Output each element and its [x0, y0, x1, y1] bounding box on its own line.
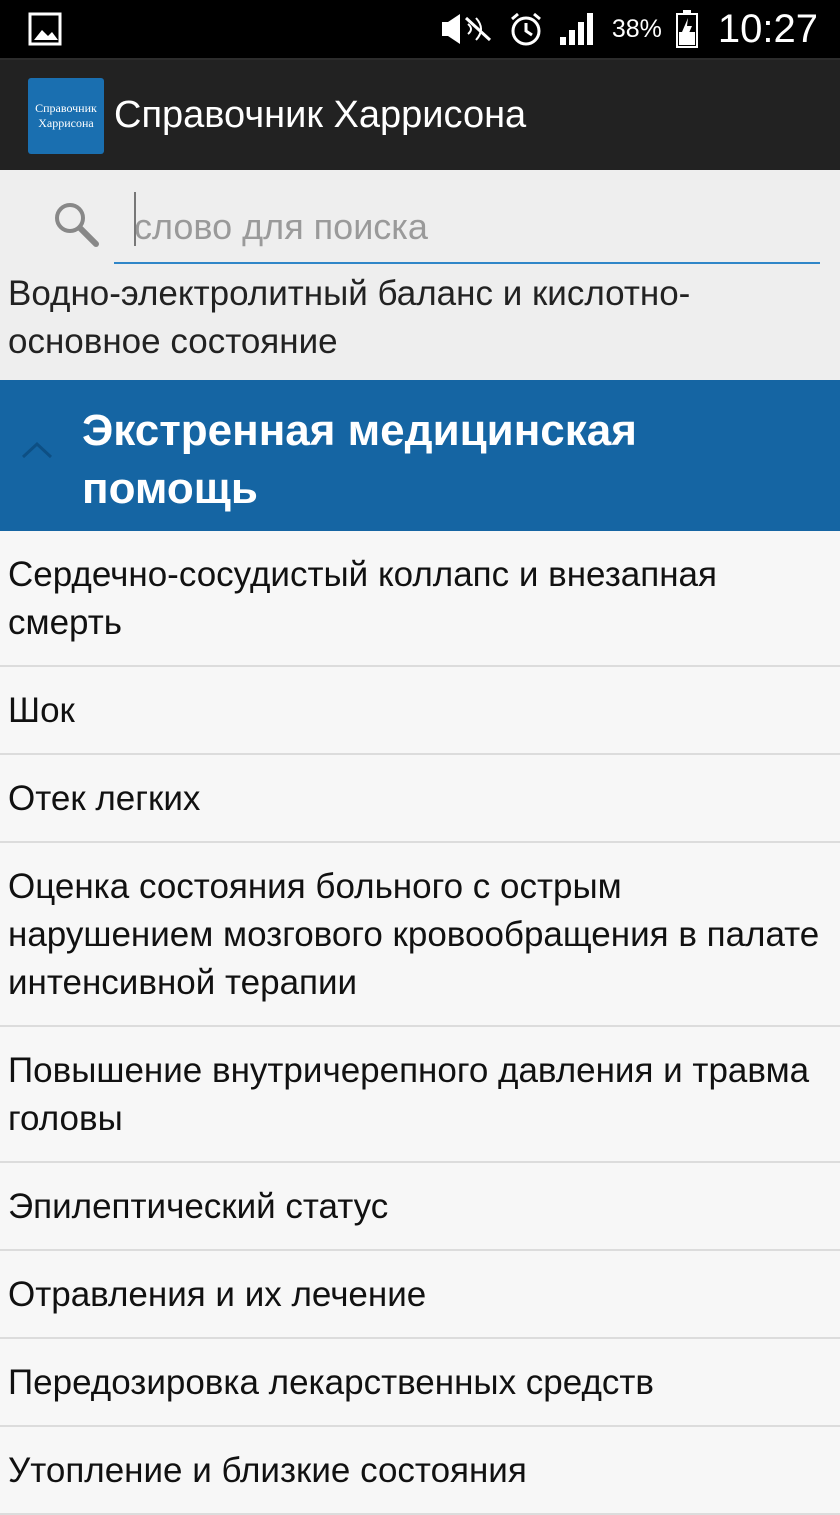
app-title: Справочник Харрисона: [114, 94, 527, 136]
list-item[interactable]: Эпилептический статус: [0, 1163, 840, 1251]
signal-icon: [559, 13, 593, 45]
mute-icon: [441, 14, 491, 44]
battery-icon: [675, 10, 698, 48]
list-item[interactable]: Отравления и их лечение: [0, 1251, 840, 1339]
text-caret: [134, 192, 136, 246]
list-item[interactable]: Передозировка лекарственных средств: [0, 1339, 840, 1427]
group-title-emergency: Экстренная медицинская помощь: [82, 406, 637, 513]
image-icon: [28, 12, 62, 46]
list-item[interactable]: Сердечно-сосудистый коллапс и внезапная …: [0, 531, 840, 667]
search-input[interactable]: [114, 192, 820, 264]
battery-percent: 38%: [611, 14, 662, 43]
logo-text-line1: Справочник: [35, 101, 97, 115]
clock-time: 10:27: [717, 6, 818, 51]
topic-list: Сердечно-сосудистый коллапс и внезапная …: [0, 531, 840, 1515]
logo-text-line2: Харрисона: [38, 116, 94, 130]
search-bar: [0, 170, 840, 270]
group-title-previous: Водно-электролитный баланс и кислотно-ос…: [8, 274, 691, 361]
alarm-icon: [510, 12, 541, 46]
list-item[interactable]: Повышение внутричерепного давления и тра…: [0, 1027, 840, 1163]
action-bar: Справочник Харрисона Справочник Харрисон…: [0, 58, 840, 172]
list-item[interactable]: Отек легких: [0, 755, 840, 843]
chevron-up-icon: [21, 441, 53, 459]
list-item[interactable]: Оценка состояния больного с острым наруш…: [0, 843, 840, 1027]
group-header-previous[interactable]: Водно-электролитный баланс и кислотно-ос…: [0, 270, 840, 380]
search-icon: [55, 203, 99, 247]
app-logo[interactable]: Справочник Харрисона: [28, 78, 104, 154]
list-item[interactable]: Шок: [0, 667, 840, 755]
list-item[interactable]: Утопление и близкие состояния: [0, 1427, 840, 1515]
status-bar: 38% 10:27: [0, 0, 840, 58]
